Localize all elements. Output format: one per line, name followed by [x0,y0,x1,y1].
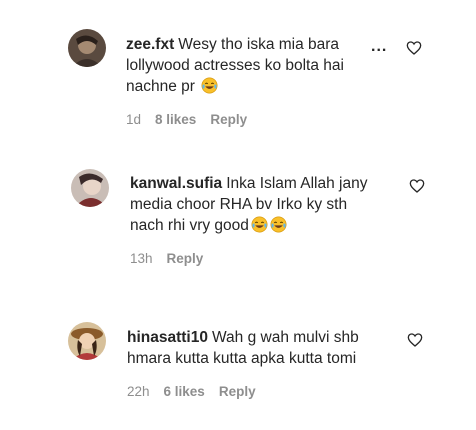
comment-timestamp: 22h [127,384,150,399]
comment-body-line2: hmara kutta kutta apka kutta tomi [127,350,357,367]
comment-meta: 22h 6 likes Reply [127,384,256,399]
comment-likes[interactable]: 6 likes [164,384,205,399]
comment-item: hinasatti10 Wah g wah mulvi shb hmara kut… [0,0,476,420]
comment-username[interactable]: hinasatti10 [127,329,208,346]
comment-text: hinasatti10 Wah g wah mulvi shb hmara kut… [127,327,397,369]
comment-body-line1: Wah g wah mulvi shb [211,329,359,346]
avatar[interactable] [68,322,106,360]
heart-outline-icon[interactable] [407,332,423,348]
reply-button[interactable]: Reply [219,384,256,399]
